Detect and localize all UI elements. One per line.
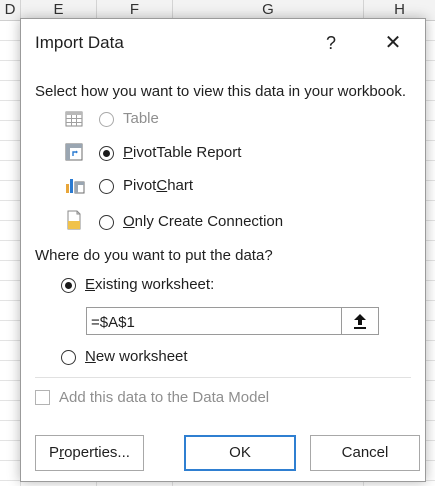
- connection-icon: [65, 210, 83, 230]
- close-button[interactable]: ✕: [379, 29, 407, 57]
- pivottable-icon: [65, 143, 83, 161]
- pivottable-option-label: PivotTable Report: [123, 144, 242, 161]
- help-button[interactable]: ?: [317, 29, 345, 57]
- existing-worksheet-radio[interactable]: [61, 278, 76, 293]
- column-header-e[interactable]: E: [21, 0, 97, 20]
- pivotchart-radio[interactable]: [99, 179, 114, 194]
- divider: [35, 377, 411, 378]
- table-icon: [65, 110, 83, 128]
- pivottable-radio[interactable]: [99, 146, 114, 161]
- table-radio[interactable]: [99, 112, 114, 127]
- cancel-button[interactable]: Cancel: [310, 435, 420, 471]
- location-prompt-label: Where do you want to put the data?: [35, 247, 273, 264]
- dialog-title: Import Data: [35, 33, 124, 52]
- ok-button[interactable]: OK: [184, 435, 296, 471]
- connection-option-label: Only Create Connection: [123, 213, 284, 230]
- column-header-h[interactable]: H: [364, 0, 435, 20]
- properties-button[interactable]: Properties...: [35, 435, 144, 471]
- column-header-d[interactable]: D: [0, 0, 21, 20]
- column-header-g[interactable]: G: [173, 0, 364, 20]
- data-model-checkbox[interactable]: [35, 390, 50, 405]
- view-prompt-label: Select how you want to view this data in…: [35, 83, 407, 100]
- reference-input[interactable]: [87, 308, 343, 336]
- data-model-label: Add this data to the Data Model: [59, 389, 270, 406]
- new-worksheet-label: New worksheet: [85, 348, 188, 365]
- column-header-f[interactable]: F: [97, 0, 173, 20]
- dialog-titlebar[interactable]: Import Data ? ✕: [21, 19, 425, 69]
- import-data-dialog: Import Data ? ✕ Select how you want to v…: [20, 18, 426, 482]
- arrow-up-icon: [354, 314, 366, 329]
- existing-worksheet-label: Existing worksheet:: [85, 276, 215, 293]
- table-option-label: Table: [123, 110, 159, 127]
- pivotchart-option-label: PivotChart: [123, 177, 194, 194]
- reference-field: [86, 307, 379, 336]
- pivotchart-icon: [65, 176, 85, 194]
- connection-radio[interactable]: [99, 215, 114, 230]
- new-worksheet-radio[interactable]: [61, 350, 76, 365]
- collapse-dialog-button[interactable]: [341, 308, 378, 334]
